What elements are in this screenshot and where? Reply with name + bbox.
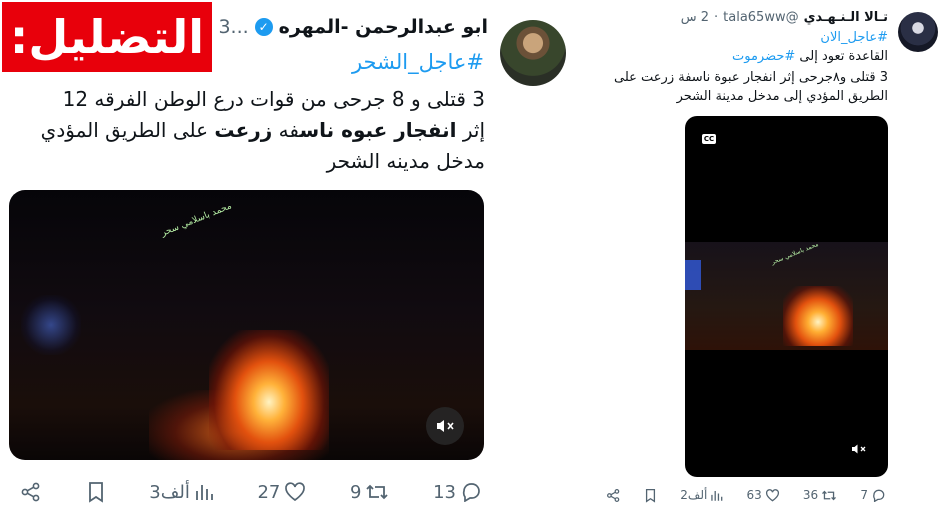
left-action-bar: 3ألف 27 9 13 xyxy=(20,478,482,506)
reposts-count: 9 xyxy=(349,481,362,503)
heart-icon xyxy=(765,488,779,501)
captions-icon[interactable]: CC xyxy=(702,134,716,144)
repost-icon xyxy=(366,484,389,500)
right-tweet-time[interactable]: 2 س xyxy=(681,10,709,25)
left-body-line2-bold2: زرعت xyxy=(214,118,273,142)
share-button[interactable] xyxy=(20,481,42,503)
like-button[interactable]: 63 xyxy=(746,488,779,502)
video-fire xyxy=(783,286,853,346)
mute-icon[interactable] xyxy=(851,443,867,455)
reply-button[interactable]: 13 xyxy=(433,482,482,503)
reply-icon xyxy=(873,489,885,502)
views-count: 3ألف xyxy=(149,481,190,503)
replies-count: 7 xyxy=(860,488,868,502)
video-blue-light xyxy=(685,260,701,290)
replies-count: 13 xyxy=(433,481,456,503)
left-body-line2-part1: إثر xyxy=(456,118,485,142)
left-author-row: ابو عبدالرحمن -المهره ✓ ...3 xyxy=(218,16,488,38)
likes-count: 27 xyxy=(257,481,281,503)
right-line2: القاعدة تعود إلى #حضرموت xyxy=(732,49,888,64)
left-body-line2: إثر انفجار عبوه ناسفه زرعت على الطريق ال… xyxy=(10,115,485,146)
reply-button[interactable]: 7 xyxy=(860,488,886,502)
views-count: 2ألف xyxy=(680,488,708,502)
views-button[interactable]: 2ألف xyxy=(680,488,723,502)
bookmark-button[interactable] xyxy=(644,488,657,503)
share-button[interactable] xyxy=(606,488,621,503)
right-author-handle[interactable]: @tala65ww xyxy=(723,10,798,25)
mute-icon[interactable] xyxy=(426,407,464,445)
left-author-truncated: ...3 xyxy=(218,16,249,38)
misleading-label-badge: التضليل: xyxy=(2,2,212,72)
right-tweet: تـالا الـنـهـدي @tala65ww · 2 س #عاجل_ال… xyxy=(594,0,945,512)
left-video-player[interactable]: محمد باسلامي سحر xyxy=(9,190,484,460)
views-icon xyxy=(195,485,213,500)
right-avatar[interactable] xyxy=(898,12,938,52)
left-avatar[interactable] xyxy=(500,20,566,86)
left-body-line2-bold1: انفجار عبوه ناس xyxy=(299,118,457,142)
dot-separator: · xyxy=(714,10,719,25)
left-hashtag[interactable]: #عاجل_الشحر xyxy=(352,50,484,74)
share-icon xyxy=(21,482,40,502)
video-fire xyxy=(209,330,329,450)
bookmark-button[interactable] xyxy=(86,481,106,503)
video-blue-light xyxy=(21,295,81,355)
right-author-row: تـالا الـنـهـدي @tala65ww · 2 س xyxy=(681,10,888,25)
left-tweet: التضليل: ابو عبدالرحمن -المهره ✓ ...3 #ع… xyxy=(0,0,594,512)
left-author-name[interactable]: ابو عبدالرحمن -المهره xyxy=(279,16,488,38)
reply-icon xyxy=(462,483,480,502)
right-author-name[interactable]: تـالا الـنـهـدي xyxy=(804,10,888,25)
likes-count: 63 xyxy=(746,488,762,502)
verified-badge-icon: ✓ xyxy=(254,18,273,36)
repost-icon xyxy=(822,490,837,500)
right-action-bar: 2ألف 63 36 7 xyxy=(606,486,886,504)
left-body-line1: 3 قتلى و 8 جرحى من قوات درع الوطن الفرقه… xyxy=(62,87,485,111)
heart-icon xyxy=(285,482,306,502)
share-icon xyxy=(607,488,620,502)
bookmark-icon xyxy=(646,488,656,503)
left-tweet-text: 3 قتلى و 8 جرحى من قوات درع الوطن الفرقه… xyxy=(10,84,485,177)
left-body-line2-part2: فه xyxy=(272,118,300,142)
right-hashtag-hadramout[interactable]: #حضرموت xyxy=(732,49,795,64)
like-button[interactable]: 27 xyxy=(257,482,306,503)
right-line2-text: القاعدة تعود إلى xyxy=(795,49,888,64)
left-body-line2-part3: على الطريق المؤدي xyxy=(40,118,215,142)
left-body-line3: مدخل مدينه الشحر xyxy=(326,149,485,173)
views-button[interactable]: 3ألف xyxy=(149,482,214,503)
right-tweet-text: 3 قتلى و٨جرحى إثر انفجار عبوة ناسفة زرعت… xyxy=(613,70,888,104)
repost-button[interactable]: 9 xyxy=(350,482,389,503)
views-icon xyxy=(711,490,723,501)
video-watermark: محمد باسلامي سحر xyxy=(159,201,234,239)
right-video-frame: محمد باسلامي سحر xyxy=(685,240,888,350)
right-video-player[interactable]: CC محمد باسلامي سحر xyxy=(685,116,888,477)
bookmark-icon xyxy=(88,482,103,503)
video-watermark: محمد باسلامي سحر xyxy=(770,240,820,267)
reposts-count: 36 xyxy=(802,488,819,502)
right-hashtag[interactable]: #عاجل_الان xyxy=(820,30,888,45)
repost-button[interactable]: 36 xyxy=(803,488,837,502)
